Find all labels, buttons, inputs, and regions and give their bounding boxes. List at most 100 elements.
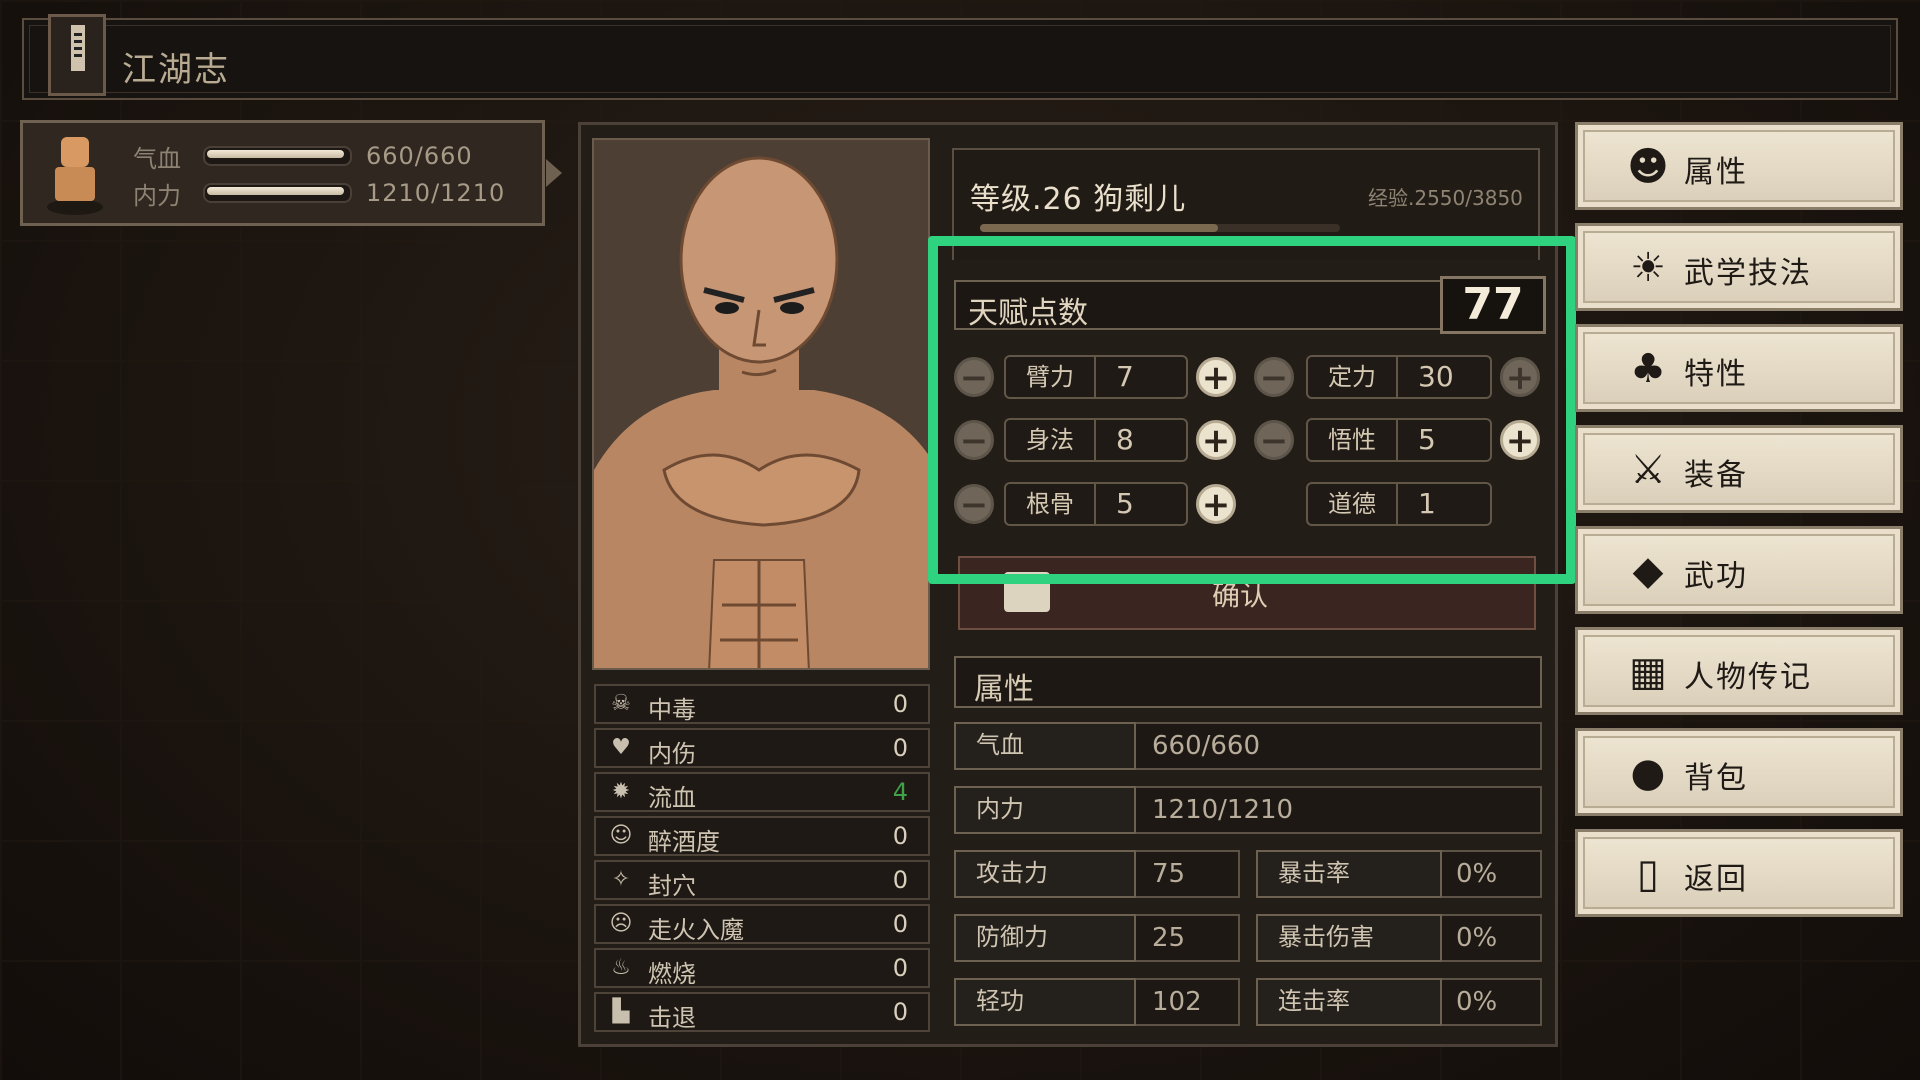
attr-name: 身法: [1006, 420, 1096, 460]
attr-constitution: 根骨 5: [1004, 482, 1188, 526]
scroll-book-icon: ◆: [1632, 548, 1664, 594]
list-item: ✧ 封穴 0: [594, 860, 930, 900]
attr-name: 根骨: [1006, 484, 1096, 524]
menu-backpack-button[interactable]: ● 背包: [1575, 728, 1903, 816]
talent-points-value: 77: [1440, 276, 1546, 334]
effect-name: 醉酒度: [648, 828, 720, 856]
effect-name: 封穴: [648, 872, 696, 900]
effect-name: 走火入魔: [648, 916, 744, 944]
experience-bar: [980, 224, 1340, 232]
mp-row: 内力 1210/1210: [133, 178, 506, 210]
character-portrait: [592, 138, 930, 670]
menu-label: 特性: [1684, 357, 1748, 392]
effect-name: 击退: [648, 1004, 696, 1032]
hp-row: 气血 660/660: [133, 141, 473, 173]
agility-plus-button[interactable]: +: [1196, 420, 1236, 460]
effect-name: 中毒: [648, 696, 696, 724]
qinggong-property-label: 轻功: [954, 978, 1136, 1026]
attack-property-label: 攻击力: [954, 850, 1136, 898]
list-item: ☺ 醉酒度 0: [594, 816, 930, 856]
str-minus-button[interactable]: −: [954, 357, 994, 397]
mp-value: 1210/1210: [366, 179, 506, 207]
effect-value: 0: [892, 866, 908, 894]
confirm-label: 确认: [1212, 579, 1269, 612]
menu-equipment-button[interactable]: ⚔ 装备: [1575, 425, 1903, 513]
talent-points-label: 天赋点数: [968, 296, 1088, 331]
hp-value: 660/660: [366, 142, 473, 170]
blood-icon: ✹: [611, 779, 631, 804]
properties-heading: 属性: [954, 656, 1542, 708]
list-item: ☹ 走火入魔 0: [594, 904, 930, 944]
trait-icon: ♣: [1630, 346, 1666, 392]
acupoint-icon: ✧: [611, 867, 631, 892]
menu-martial-skills-button[interactable]: ☀ 武学技法: [1575, 223, 1903, 311]
menu-biography-button[interactable]: ▦ 人物传记: [1575, 627, 1903, 715]
insight-plus-button[interactable]: +: [1500, 420, 1540, 460]
str-plus-button[interactable]: +: [1196, 357, 1236, 397]
fire-icon: ♨: [611, 955, 631, 980]
crit-damage-property-label: 暴击伤害: [1256, 914, 1442, 962]
attr-value: 7: [1116, 360, 1134, 393]
crit-damage-property-value: 0%: [1456, 923, 1498, 953]
menu-attributes-button[interactable]: ☻ 属性: [1575, 122, 1903, 210]
broken-heart-icon: ♥: [611, 735, 631, 760]
combo-rate-property-label: 连击率: [1256, 978, 1442, 1026]
menu-label: 装备: [1684, 458, 1748, 493]
constitution-plus-button[interactable]: +: [1196, 484, 1236, 524]
level-and-name: 等级.26 狗剩儿: [970, 182, 1187, 217]
title-bar: [22, 18, 1898, 100]
crit-rate-property-label: 暴击率: [1256, 850, 1442, 898]
menu-return-button[interactable]: ▯ 返回: [1575, 829, 1903, 917]
attr-name: 臂力: [1006, 357, 1096, 397]
attr-morality: 道德 1: [1306, 482, 1492, 526]
attr-agility: 身法 8: [1004, 418, 1188, 462]
attr-name: 道德: [1308, 484, 1398, 524]
qinggong-property-value: 102: [1152, 987, 1202, 1017]
list-item: ▙ 击退 0: [594, 992, 930, 1032]
effect-value: 0: [892, 822, 908, 850]
attr-value: 30: [1418, 360, 1454, 393]
sword-icon: ⚔: [1630, 447, 1666, 493]
defense-property-label: 防御力: [954, 914, 1136, 962]
list-item: ♨ 燃烧 0: [594, 948, 930, 988]
attr-value: 1: [1418, 487, 1436, 520]
door-icon: ▯: [1636, 851, 1659, 897]
list-item: ♥ 内伤 0: [594, 728, 930, 768]
drunk-icon: ☺: [609, 823, 633, 848]
experience-text: 经验.2550/3850: [1368, 186, 1523, 210]
effect-name: 内伤: [648, 740, 696, 768]
menu-kungfu-button[interactable]: ◆ 武功: [1575, 526, 1903, 614]
party-member-card[interactable]: 气血 660/660 内力 1210/1210: [20, 120, 562, 226]
menu-traits-button[interactable]: ♣ 特性: [1575, 324, 1903, 412]
menu-label: 返回: [1684, 862, 1748, 897]
confirm-knob-icon: [1004, 572, 1050, 612]
attr-value: 5: [1116, 487, 1134, 520]
mp-property-value: 1210/1210: [1152, 795, 1294, 825]
book-icon: [48, 14, 106, 96]
focus-plus-button[interactable]: +: [1500, 357, 1540, 397]
attr-insight: 悟性 5: [1306, 418, 1492, 462]
attr-value: 8: [1116, 423, 1134, 456]
constitution-minus-button[interactable]: −: [954, 484, 994, 524]
hp-property-value: 660/660: [1152, 731, 1261, 761]
effect-value: 0: [892, 910, 908, 938]
agility-minus-button[interactable]: −: [954, 420, 994, 460]
status-effects-list: ☠ 中毒 0 ♥ 内伤 0 ✹ 流血 4 ☺ 醉酒度 0 ✧ 封穴 0 ☹ 走火…: [594, 684, 930, 1036]
attr-value: 5: [1418, 423, 1436, 456]
insight-minus-button[interactable]: −: [1254, 420, 1294, 460]
focus-minus-button[interactable]: −: [1254, 357, 1294, 397]
properties-heading-text: 属性: [974, 672, 1034, 707]
martial-person-icon: ☀: [1630, 245, 1666, 291]
effect-value: 0: [892, 954, 908, 982]
effect-name: 燃烧: [648, 960, 696, 988]
bag-icon: ●: [1630, 750, 1666, 796]
attr-focus: 定力 30: [1306, 355, 1492, 399]
defense-property-value: 25: [1152, 923, 1186, 953]
hp-property-label: 气血: [954, 722, 1136, 770]
effect-value: 0: [892, 690, 908, 718]
biography-icon: ▦: [1629, 649, 1667, 695]
list-item: ☠ 中毒 0: [594, 684, 930, 724]
menu-label: 背包: [1684, 761, 1748, 796]
avatar: [47, 137, 103, 215]
attr-name: 定力: [1308, 357, 1398, 397]
